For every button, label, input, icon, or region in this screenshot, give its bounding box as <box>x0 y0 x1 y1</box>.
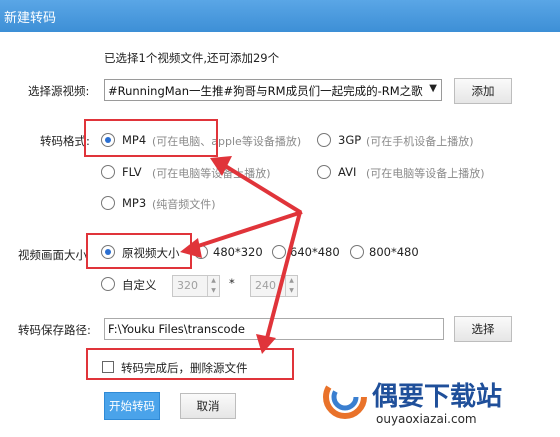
annotation-arrows <box>180 156 303 354</box>
watermark-url: ouyaoxiazai.com <box>376 412 477 426</box>
annotation-arrow-format <box>220 162 302 214</box>
watermark-logo-icon <box>323 375 367 419</box>
annotation-arrow-size <box>191 210 303 250</box>
arrow-head-icon <box>180 238 202 258</box>
annotation-arrow-delete <box>264 211 302 343</box>
arrow-head-icon <box>256 334 276 354</box>
watermark-title: 偶要下载站 <box>372 382 503 412</box>
